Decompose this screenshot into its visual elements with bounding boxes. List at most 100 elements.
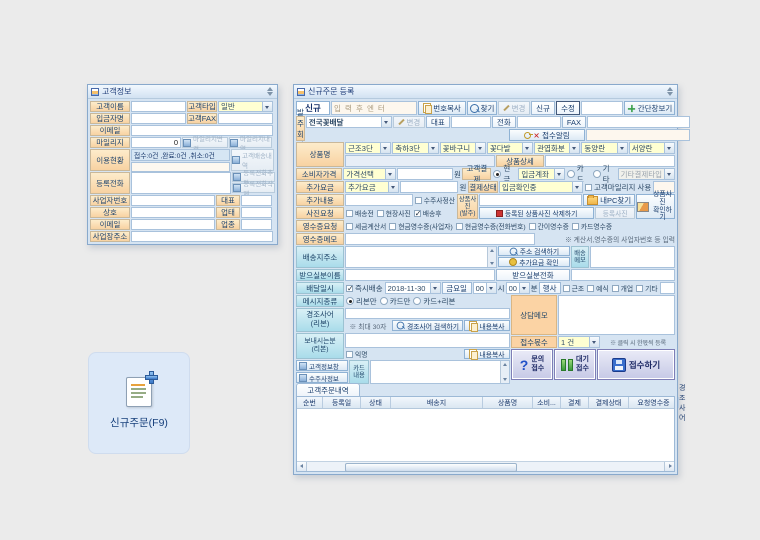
- col-seq[interactable]: 순번: [297, 397, 323, 408]
- recipient-phone-input[interactable]: [571, 269, 675, 281]
- phone-delete-button[interactable]: 등록전화삭제: [232, 183, 275, 193]
- biz-no-input[interactable]: [131, 195, 215, 206]
- col-destination[interactable]: 배송지: [391, 397, 483, 408]
- edit-button[interactable]: 수정: [556, 101, 580, 115]
- change-button[interactable]: 변경: [498, 101, 530, 115]
- order-number-input[interactable]: [331, 101, 417, 115]
- customer-name-input[interactable]: [131, 101, 186, 112]
- category-select-4[interactable]: 관엽화분: [534, 142, 580, 154]
- etc-pay-type-select[interactable]: 기타결제타입: [618, 168, 675, 180]
- customer-fax-input[interactable]: [218, 113, 273, 124]
- usage-extra-input[interactable]: [131, 162, 230, 172]
- customer-type-select[interactable]: 일반: [218, 101, 273, 112]
- mileage-change-button[interactable]: 마일리지변경: [182, 137, 228, 148]
- hour-select[interactable]: 00: [473, 282, 497, 294]
- scrollbar[interactable]: [487, 247, 496, 267]
- simple-view-button[interactable]: 간단창보기: [624, 101, 675, 115]
- event-input[interactable]: [660, 282, 675, 294]
- company-change-button[interactable]: 변경: [393, 116, 425, 128]
- ribbon-only-radio[interactable]: 리본만: [345, 295, 378, 307]
- col-payment[interactable]: 결제: [561, 397, 589, 408]
- photo-after-checkbox[interactable]: 배송후: [413, 207, 443, 219]
- receipt-card-checkbox[interactable]: 카드영수증: [571, 220, 613, 232]
- address-search-button[interactable]: 주소 검색하기: [498, 246, 570, 256]
- email2-input[interactable]: [131, 219, 215, 230]
- scroll-left-arrow[interactable]: [297, 462, 307, 471]
- category-select-2[interactable]: 꽃바구니: [440, 142, 486, 154]
- bundle-count-select[interactable]: 1 건: [558, 336, 600, 348]
- submit-button[interactable]: 접수하기: [597, 349, 675, 380]
- col-message[interactable]: 경조사어: [679, 397, 685, 408]
- registered-photo-button[interactable]: 등록사진: [595, 207, 635, 219]
- card-ribbon-radio[interactable]: 카드+리본: [412, 295, 456, 307]
- date-select[interactable]: 2018-11-30: [385, 282, 441, 294]
- fee-select[interactable]: 추가요금: [345, 181, 399, 193]
- category-select-3[interactable]: 꽃다발: [487, 142, 533, 154]
- scroll-thumb[interactable]: [345, 463, 517, 472]
- col-price[interactable]: 소비...: [533, 397, 561, 408]
- event-button[interactable]: 행사: [539, 282, 561, 294]
- tab-customer-order-history[interactable]: 고객주문내역: [296, 383, 360, 396]
- receipt-simple-checkbox[interactable]: 간이영수증: [528, 220, 570, 232]
- ceo-input[interactable]: [241, 195, 272, 206]
- pin-icon[interactable]: [667, 87, 674, 96]
- photo-path-input[interactable]: [479, 194, 582, 206]
- receipt-memo-input[interactable]: [345, 233, 535, 245]
- pin-icon[interactable]: [267, 87, 274, 96]
- receipt-tax-checkbox[interactable]: 세금계산서: [345, 220, 387, 232]
- ribbon-search-button[interactable]: 경조사어 검색하기: [392, 320, 463, 331]
- receipt-cash-phone-checkbox[interactable]: 현금영수증(전화번호): [455, 220, 527, 232]
- price-select[interactable]: 가격선택: [343, 168, 395, 180]
- ribbon-copy-button[interactable]: 내용복사: [464, 320, 510, 331]
- mileage-history-button[interactable]: 마일리지내역: [229, 137, 272, 148]
- sender-textarea[interactable]: [345, 333, 510, 348]
- trade-name-input[interactable]: [131, 207, 215, 218]
- new-small-button[interactable]: 신규: [531, 101, 555, 115]
- pay-cash-radio[interactable]: 현금: [492, 168, 517, 180]
- card-only-radio[interactable]: 카드만: [379, 295, 412, 307]
- reg-phone-list[interactable]: [131, 172, 231, 194]
- event-opening-checkbox[interactable]: 개업: [611, 282, 635, 294]
- biz-address-input[interactable]: [131, 231, 273, 242]
- card-content-textarea[interactable]: [370, 360, 510, 384]
- find-button[interactable]: 찾기: [467, 101, 497, 115]
- category-select-6[interactable]: 서양란: [629, 142, 675, 154]
- col-product[interactable]: 상품명: [483, 397, 533, 408]
- company-fax-input[interactable]: [587, 116, 690, 128]
- new-order-launcher[interactable]: 신규주문(F9): [88, 352, 190, 454]
- price-input[interactable]: [397, 168, 453, 180]
- fee-check-button[interactable]: 추가요금 확인: [498, 257, 570, 267]
- delivery-address-textarea[interactable]: [345, 246, 497, 268]
- extra-input[interactable]: [345, 194, 413, 206]
- immediate-checkbox[interactable]: 즉시배송: [345, 282, 384, 294]
- pay-etc-radio[interactable]: 기타: [592, 168, 617, 180]
- biz-category-input[interactable]: [241, 219, 272, 230]
- scroll-right-arrow[interactable]: [664, 462, 674, 471]
- account-select[interactable]: 입금계좌: [518, 168, 564, 180]
- fee-input[interactable]: [400, 181, 458, 193]
- category-select-5[interactable]: 동양란: [581, 142, 627, 154]
- company-ceo-input[interactable]: [451, 116, 491, 128]
- depositor-input[interactable]: [131, 113, 186, 124]
- category-select-0[interactable]: 근조3단: [345, 142, 391, 154]
- col-reg-date[interactable]: 등록일: [323, 397, 361, 408]
- photo-scene-checkbox[interactable]: 현장사진: [376, 207, 412, 219]
- inquiry-button[interactable]: ? 문의 접수: [511, 349, 553, 380]
- company-phone-input[interactable]: [517, 116, 561, 128]
- pay-card-radio[interactable]: 카드: [566, 168, 591, 180]
- biz-type-input[interactable]: [241, 207, 272, 218]
- col-pay-status[interactable]: 결제상태: [589, 397, 629, 408]
- wait-button[interactable]: 대기 접수: [554, 349, 596, 380]
- col-status[interactable]: 상태: [361, 397, 391, 408]
- scrollbar[interactable]: [500, 361, 509, 383]
- settle-checkbox[interactable]: 수주사정산: [414, 194, 456, 206]
- delivery-memo-textarea[interactable]: [590, 246, 675, 268]
- ribbon-text-input[interactable]: [345, 308, 510, 319]
- company-select[interactable]: 전국꽃배달: [306, 116, 392, 128]
- photo-confirm-button[interactable]: 상품사진 확인하기: [636, 194, 675, 219]
- find-pc-button[interactable]: 내PC찾기: [583, 194, 635, 206]
- copy-number-button[interactable]: 번호복사: [418, 101, 466, 115]
- customer-info-window-button[interactable]: 고객정보창: [296, 360, 348, 371]
- sender-copy-button[interactable]: 내용복사: [464, 349, 510, 359]
- pay-status-select[interactable]: 입금확인중: [499, 181, 583, 193]
